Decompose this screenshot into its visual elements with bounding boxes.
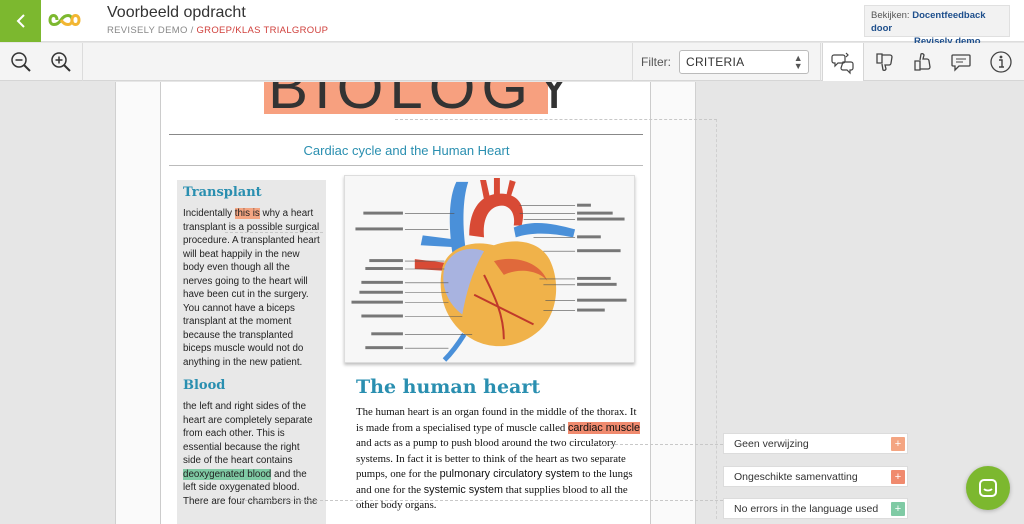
highlight-no-reference[interactable]: this is <box>234 208 260 219</box>
filter-select[interactable]: CRITERIA ▲ ▼ <box>679 50 809 74</box>
zoom-in-icon <box>51 52 71 72</box>
page-title: Voorbeeld opdracht <box>107 4 246 21</box>
plus-icon[interactable]: + <box>891 437 905 451</box>
connector-line <box>395 119 717 120</box>
revisely-logo <box>48 14 81 26</box>
chevron-left-icon <box>16 14 25 28</box>
plus-icon[interactable]: + <box>891 470 905 484</box>
info-button[interactable] <box>980 43 1022 81</box>
comment-no-reference[interactable]: Geen verwijzing + <box>723 433 908 454</box>
app-header: Voorbeeld opdracht REVISELY DEMO / GROEP… <box>0 0 1024 47</box>
sidebar-heading-transplant: Transplant <box>183 185 262 200</box>
comments-button[interactable] <box>940 43 982 81</box>
article-body: The human heart is an organ found in the… <box>356 406 640 511</box>
comment-label: Ongeschikte samenvatting <box>734 471 858 483</box>
filter-label: Filter: <box>641 55 671 69</box>
banner-highlight[interactable]: BIOLOGY <box>264 82 574 118</box>
zoom-in-button[interactable] <box>48 49 74 75</box>
negative-feedback-button[interactable] <box>864 43 906 81</box>
thumbs-down-icon <box>876 53 893 71</box>
highlight-deoxygenated-blood[interactable]: deoxygenated blood <box>183 468 272 480</box>
view-selector: Bekijken: Docentfeedback door Revisely d… <box>864 5 1010 47</box>
sidebar-paragraph-blood: the left and right sides of the heart ar… <box>183 401 318 507</box>
divider <box>169 165 643 166</box>
banner-title: BIOLOGY <box>268 82 581 121</box>
breadcrumb-demo[interactable]: REVISELY DEMO <box>107 25 188 36</box>
heart-diagram-image <box>344 175 635 363</box>
comment-label: Geen verwijzing <box>734 438 809 450</box>
divider <box>169 134 643 135</box>
back-button[interactable] <box>0 0 41 42</box>
article-title: The human heart <box>356 376 541 398</box>
comment-label: No errors in the language used <box>734 503 879 515</box>
view-label: Bekijken: <box>871 10 910 21</box>
breadcrumb: REVISELY DEMO / GROEP/KLAS TRIALGROUP <box>107 25 328 36</box>
toolbar-divider <box>632 43 633 81</box>
document-page: BIOLOGY Cardiac cycle and the Human Hear… <box>160 82 651 524</box>
info-icon <box>990 51 1012 73</box>
breadcrumb-group[interactable]: GROEP/KLAS TRIALGROUP <box>196 25 328 36</box>
filter-value: CRITERIA <box>686 55 745 69</box>
sidebar-heading-blood: Blood <box>183 378 226 393</box>
zoom-out-button[interactable] <box>8 49 34 75</box>
highlight-cardiac-muscle[interactable]: cardiac muscle <box>567 421 640 434</box>
comment-no-language-errors[interactable]: No errors in the language used + <box>723 498 908 519</box>
positive-feedback-button[interactable] <box>902 43 944 81</box>
criteria-chat-icon <box>831 52 854 75</box>
chat-launcher-button[interactable] <box>966 466 1010 510</box>
connector-line <box>240 500 723 501</box>
toolbar-divider <box>820 43 821 81</box>
connector-line <box>225 232 323 233</box>
comment-unsuitable-summary[interactable]: Ongeschikte samenvatting + <box>723 466 908 487</box>
chat-icon <box>979 479 997 497</box>
connector-line <box>590 444 723 445</box>
criteria-view-button[interactable] <box>822 43 864 81</box>
thumbs-up-icon <box>914 53 931 71</box>
plus-icon[interactable]: + <box>891 502 905 516</box>
toolbar: Filter: CRITERIA ▲ ▼ <box>0 43 1024 81</box>
zoom-out-icon <box>11 52 31 72</box>
document-subtitle: Cardiac cycle and the Human Heart <box>303 143 510 158</box>
toolbar-divider <box>82 43 83 81</box>
connector-line <box>716 119 717 519</box>
select-arrows-icon: ▲ ▼ <box>793 53 803 71</box>
comment-icon <box>951 54 971 72</box>
